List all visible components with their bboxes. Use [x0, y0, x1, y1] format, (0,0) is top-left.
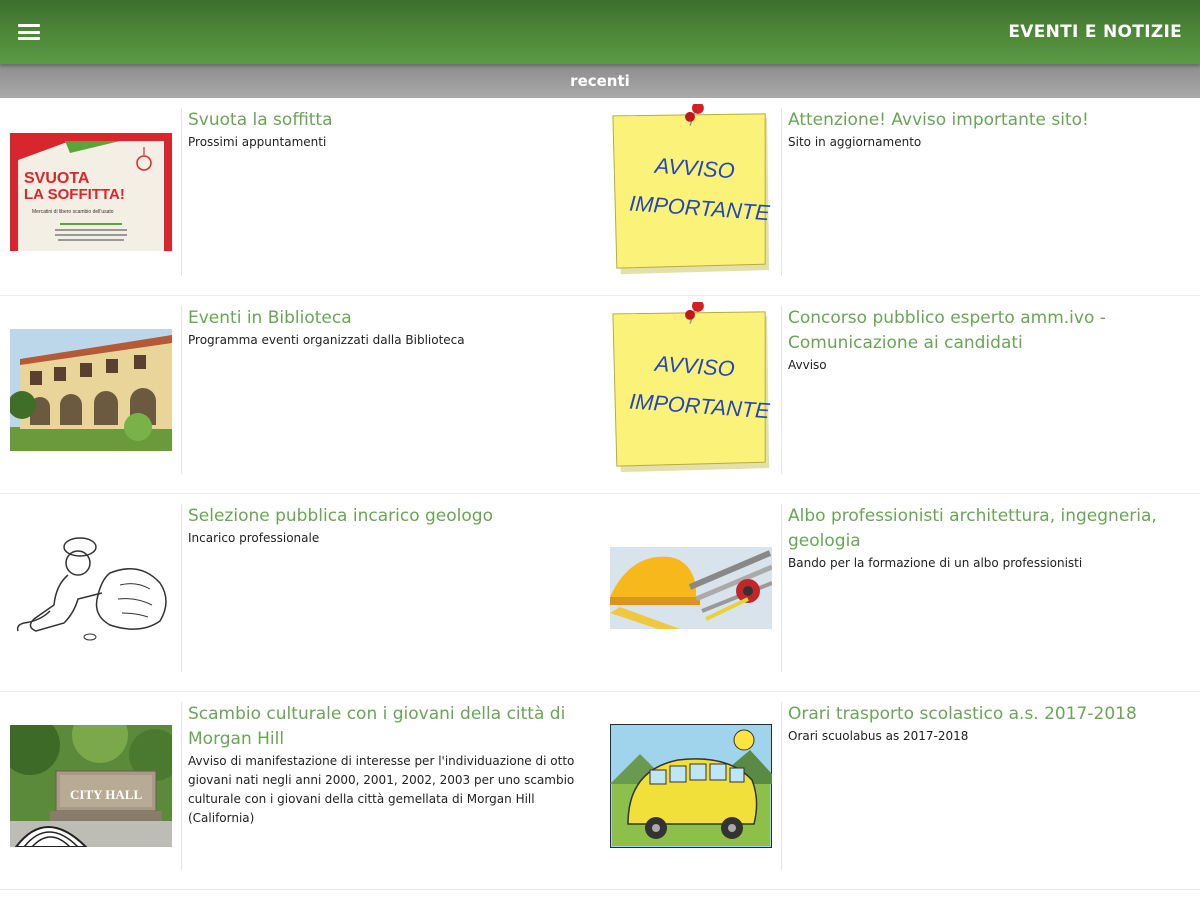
news-title[interactable]: Attenzione! Avviso importante sito!	[788, 108, 1186, 133]
news-thumbnail: CITY HALL	[0, 702, 182, 870]
city-hall-sign-photo-image: CITY HALL	[9, 725, 172, 847]
news-title[interactable]: Albo professionisti architettura, ingegn…	[788, 504, 1186, 554]
svg-text:LA SOFFITTA!: LA SOFFITTA!	[24, 186, 125, 203]
svg-text:Mercatini di libero scambio de: Mercatini di libero scambio dell'usato	[32, 209, 114, 215]
section-header: recenti	[0, 64, 1200, 98]
news-description: Prossimi appuntamenti	[188, 135, 327, 149]
news-grid: SVUOTA LA SOFFITTA! Mercatini di libero …	[0, 98, 1200, 890]
news-description: Avviso di manifestazione di interesse pe…	[188, 754, 575, 825]
news-title[interactable]: Selezione pubblica incarico geologo	[188, 504, 586, 529]
news-item-selezione-geologo[interactable]: Selezione pubblica incarico geologo Inca…	[0, 494, 600, 691]
news-item-eventi-in-biblioteca[interactable]: Eventi in Biblioteca Programma eventi or…	[0, 296, 600, 493]
news-description: Bando per la formazione di un albo profe…	[788, 556, 1083, 570]
news-row: CITY HALL Scambio culturale con i giovan…	[0, 692, 1200, 890]
news-thumbnail: AVVISO IMPORTANTE	[600, 302, 782, 474]
news-row: SVUOTA LA SOFFITTA! Mercatini di libero …	[0, 98, 1200, 296]
news-thumbnail: SVUOTA LA SOFFITTA! Mercatini di libero …	[0, 108, 182, 276]
page-title: EVENTI E NOTIZIE	[1008, 22, 1182, 42]
news-title[interactable]: Scambio culturale con i giovani della ci…	[188, 702, 586, 752]
news-description: Programma eventi organizzati dalla Bibli…	[188, 333, 465, 347]
avviso-importante-note-image: AVVISO IMPORTANTE	[611, 104, 770, 275]
svg-text:SVUOTA: SVUOTA	[24, 170, 90, 187]
library-building-photo-image	[9, 329, 172, 451]
news-thumbnail	[0, 504, 182, 672]
news-item-concorso-pubblico[interactable]: AVVISO IMPORTANTE Concorso pubblico espe…	[600, 296, 1200, 493]
hamburger-menu-icon[interactable]	[18, 22, 40, 42]
news-thumbnail: AVVISO IMPORTANTE	[600, 104, 782, 276]
news-thumbnail	[0, 306, 182, 474]
app-bar: EVENTI E NOTIZIE	[0, 0, 1200, 64]
news-item-albo-professionisti[interactable]: Albo professionisti architettura, ingegn…	[600, 494, 1200, 691]
news-item-avviso-importante-sito[interactable]: AVVISO IMPORTANTE Attenzione! Avviso imp…	[600, 98, 1200, 295]
news-title[interactable]: Orari trasporto scolastico a.s. 2017-201…	[788, 702, 1186, 727]
news-item-scambio-culturale[interactable]: CITY HALL Scambio culturale con i giovan…	[0, 692, 600, 889]
news-row: Eventi in Biblioteca Programma eventi or…	[0, 296, 1200, 494]
svg-text:CITY HALL: CITY HALL	[70, 787, 142, 802]
news-thumbnail	[600, 504, 782, 672]
news-item-svuota-la-soffitta[interactable]: SVUOTA LA SOFFITTA! Mercatini di libero …	[0, 98, 600, 295]
hardhat-tools-photo-image	[609, 547, 772, 629]
news-description: Orari scuolabus as 2017-2018	[788, 729, 969, 743]
news-thumbnail	[600, 702, 782, 870]
news-title[interactable]: Concorso pubblico esperto amm.ivo - Comu…	[788, 306, 1186, 356]
geologist-drawing-image	[9, 533, 172, 643]
school-bus-cartoon-image	[609, 724, 772, 848]
avviso-importante-note-image: AVVISO IMPORTANTE	[611, 302, 770, 473]
news-description: Avviso	[788, 358, 827, 372]
svuota-la-soffitta-poster-image: SVUOTA LA SOFFITTA! Mercatini di libero …	[9, 133, 172, 251]
news-description: Sito in aggiornamento	[788, 135, 922, 149]
news-title[interactable]: Svuota la soffitta	[188, 108, 586, 133]
news-item-orari-trasporto[interactable]: Orari trasporto scolastico a.s. 2017-201…	[600, 692, 1200, 889]
news-row: Selezione pubblica incarico geologo Inca…	[0, 494, 1200, 692]
news-title[interactable]: Eventi in Biblioteca	[188, 306, 586, 331]
news-description: Incarico professionale	[188, 531, 320, 545]
